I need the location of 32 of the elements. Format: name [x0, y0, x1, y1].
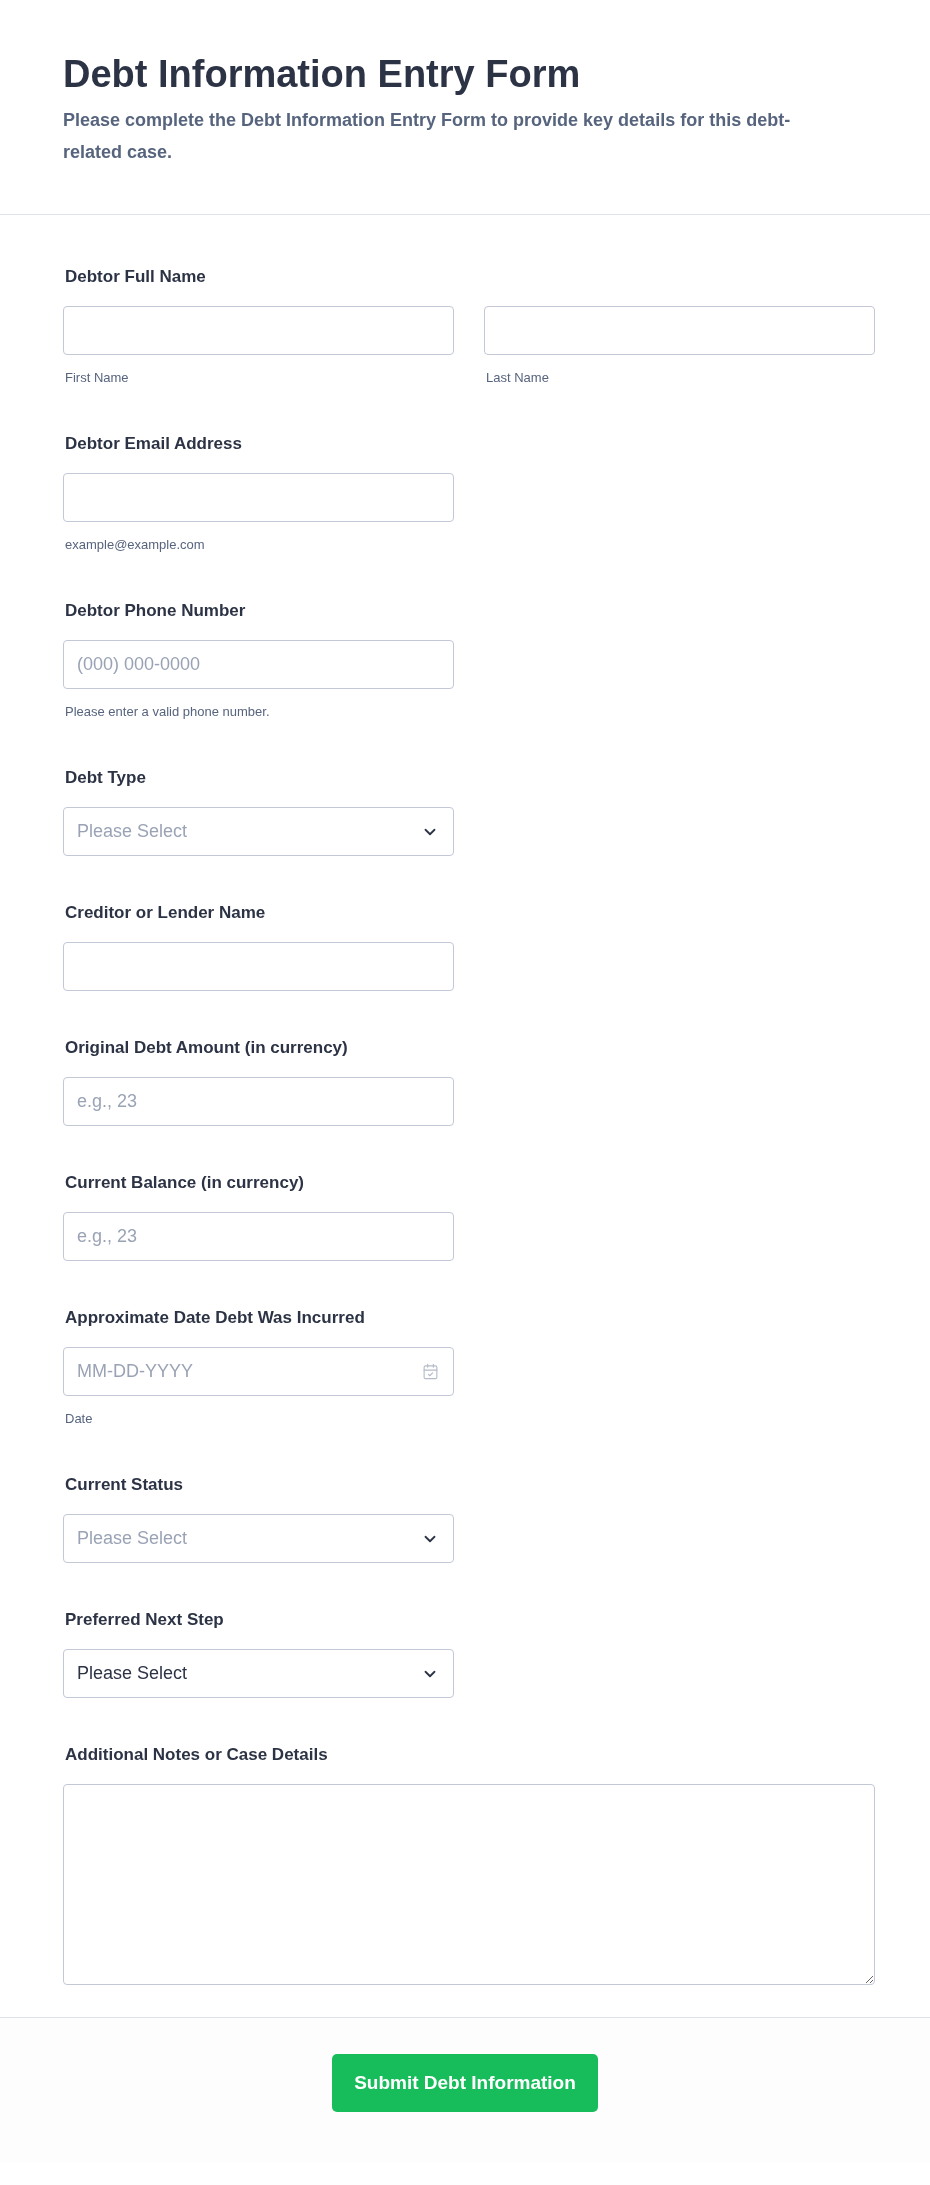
submit-button[interactable]: Submit Debt Information: [332, 2054, 598, 2112]
form-description: Please complete the Debt Information Entry Form to provide key details for this debt-related case.: [63, 109, 792, 164]
field-label: Debtor Phone Number: [64, 600, 247, 622]
field-label: Additional Notes or Case Details: [64, 1744, 329, 1766]
field-sublabel: example@example.com: [64, 536, 206, 554]
field-label: Current Status: [64, 1474, 185, 1496]
text-field[interactable]: [63, 942, 454, 991]
text-field[interactable]: e.g., 23: [63, 1212, 454, 1261]
select-field[interactable]: Please Select: [63, 807, 454, 856]
text-field[interactable]: e.g., 23: [63, 1077, 454, 1126]
field-sublabel: First Name: [64, 369, 130, 387]
notes-field[interactable]: [63, 1784, 875, 1985]
text-field[interactable]: (000) 000-0000: [63, 640, 454, 689]
field-label: Current Balance (in currency): [64, 1172, 305, 1194]
field-label: Original Debt Amount (in currency): [64, 1037, 349, 1059]
field-label: Debtor Email Address: [64, 433, 243, 455]
field-sublabel: Date: [64, 1410, 94, 1428]
field-label: Approximate Date Debt Was Incurred: [64, 1307, 366, 1329]
field-label: Creditor or Lender Name: [64, 902, 267, 924]
field-label: Preferred Next Step: [64, 1609, 225, 1631]
field-label: Debt Type: [64, 767, 147, 789]
date-field[interactable]: MM-DD-YYYY: [63, 1347, 454, 1396]
name-field[interactable]: [484, 306, 875, 355]
select-field[interactable]: Please Select: [63, 1514, 454, 1563]
field-label: Debtor Full Name: [64, 266, 207, 288]
field-sublabel: Please enter a valid phone number.: [64, 703, 271, 721]
calendar-icon: [422, 1363, 439, 1380]
select-field[interactable]: Please Select: [63, 1649, 454, 1698]
field-sublabel: Last Name: [485, 369, 550, 387]
text-field[interactable]: [63, 473, 454, 522]
form-title: Debt Information Entry Form: [63, 52, 582, 97]
name-field[interactable]: [63, 306, 454, 355]
